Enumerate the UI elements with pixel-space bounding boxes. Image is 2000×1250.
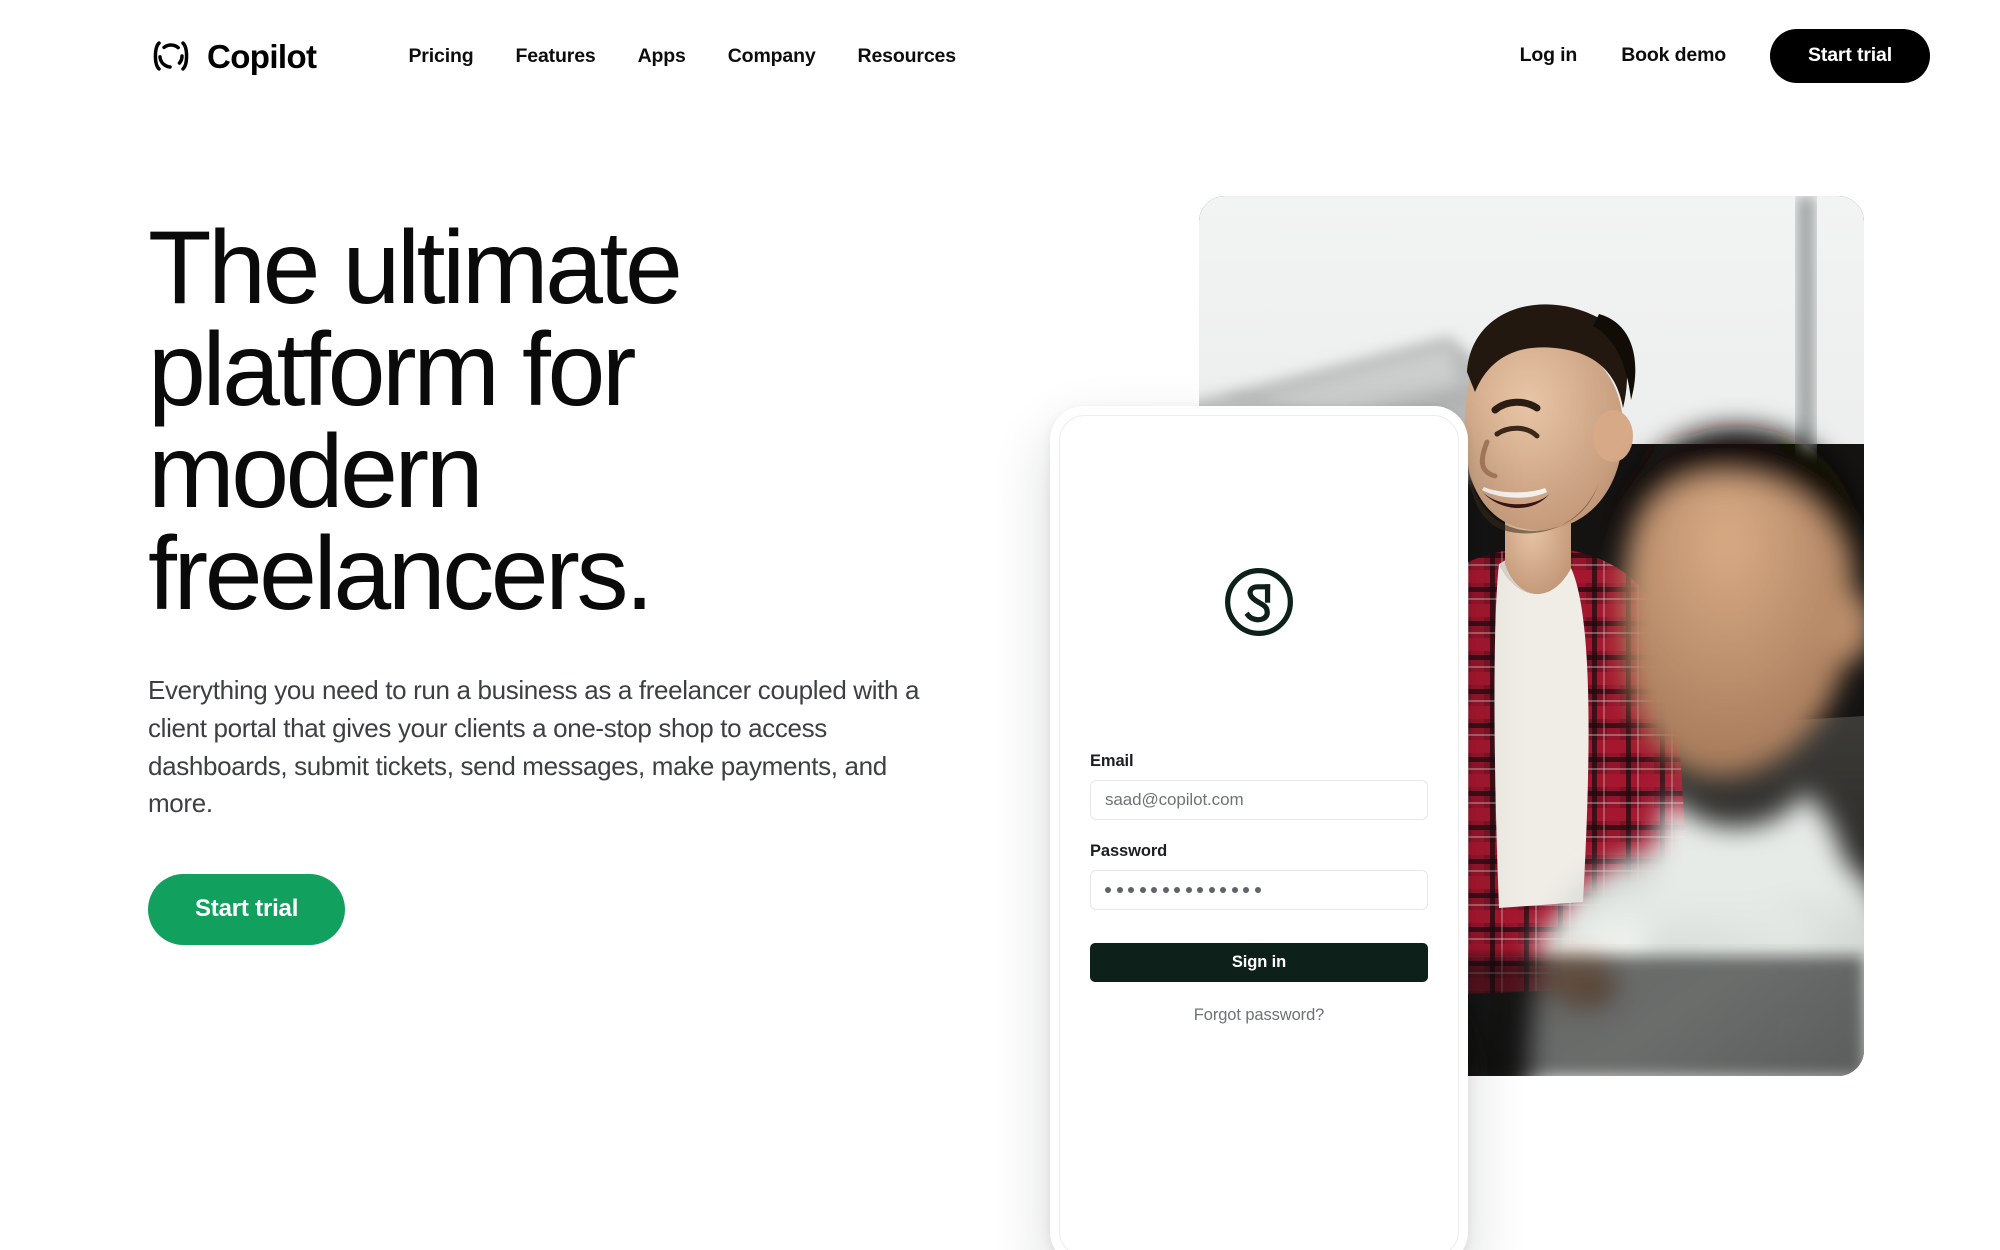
login-screen: Email saad@copilot.com Password Sign in … (1059, 415, 1459, 1250)
email-label: Email (1090, 752, 1134, 770)
site-header: Copilot Pricing Features Apps Company Re… (0, 0, 2000, 112)
landing-page: Copilot Pricing Features Apps Company Re… (0, 0, 2000, 1250)
header-actions: Log in Book demo Start trial (1520, 29, 1930, 83)
header-start-trial-button[interactable]: Start trial (1770, 29, 1930, 83)
nav-item-apps[interactable]: Apps (638, 45, 686, 68)
hero-headline: The ultimate platform for modern freelan… (148, 210, 683, 632)
brand-logo[interactable]: Copilot (148, 33, 317, 79)
password-label: Password (1090, 842, 1168, 860)
email-input[interactable]: saad@copilot.com (1090, 780, 1428, 820)
copilot-bracket-circle-logo-icon (153, 41, 189, 71)
hero-start-trial-button[interactable]: Start trial (148, 874, 346, 946)
nav-item-company[interactable]: Company (728, 45, 816, 68)
password-input[interactable] (1090, 870, 1428, 910)
login-logo-wrap (1060, 564, 1458, 640)
email-field-group: Email saad@copilot.com (1090, 752, 1428, 820)
main-navigation: Pricing Features Apps Company Resources (408, 45, 957, 68)
password-field-group: Password (1090, 842, 1428, 910)
phone-mockup: Email saad@copilot.com Password Sign in … (1050, 406, 1468, 1250)
login-form: Email saad@copilot.com Password Sign in … (1090, 752, 1428, 1025)
forgot-password-link[interactable]: Forgot password? (1090, 1006, 1428, 1025)
brand-name: Copilot (207, 37, 317, 75)
password-masked-value (1105, 887, 1261, 893)
copilot-circle-monogram-icon (1225, 568, 1293, 636)
nav-item-pricing[interactable]: Pricing (408, 45, 473, 68)
hero-subheadline: Everything you need to run a business as… (148, 674, 920, 819)
sign-in-button[interactable]: Sign in (1090, 943, 1428, 982)
nav-item-resources[interactable]: Resources (858, 45, 957, 68)
book-demo-link[interactable]: Book demo (1621, 44, 1726, 67)
login-link[interactable]: Log in (1520, 44, 1578, 67)
hero-section: The ultimate platform for modern freelan… (148, 210, 988, 946)
nav-item-features[interactable]: Features (516, 45, 596, 68)
